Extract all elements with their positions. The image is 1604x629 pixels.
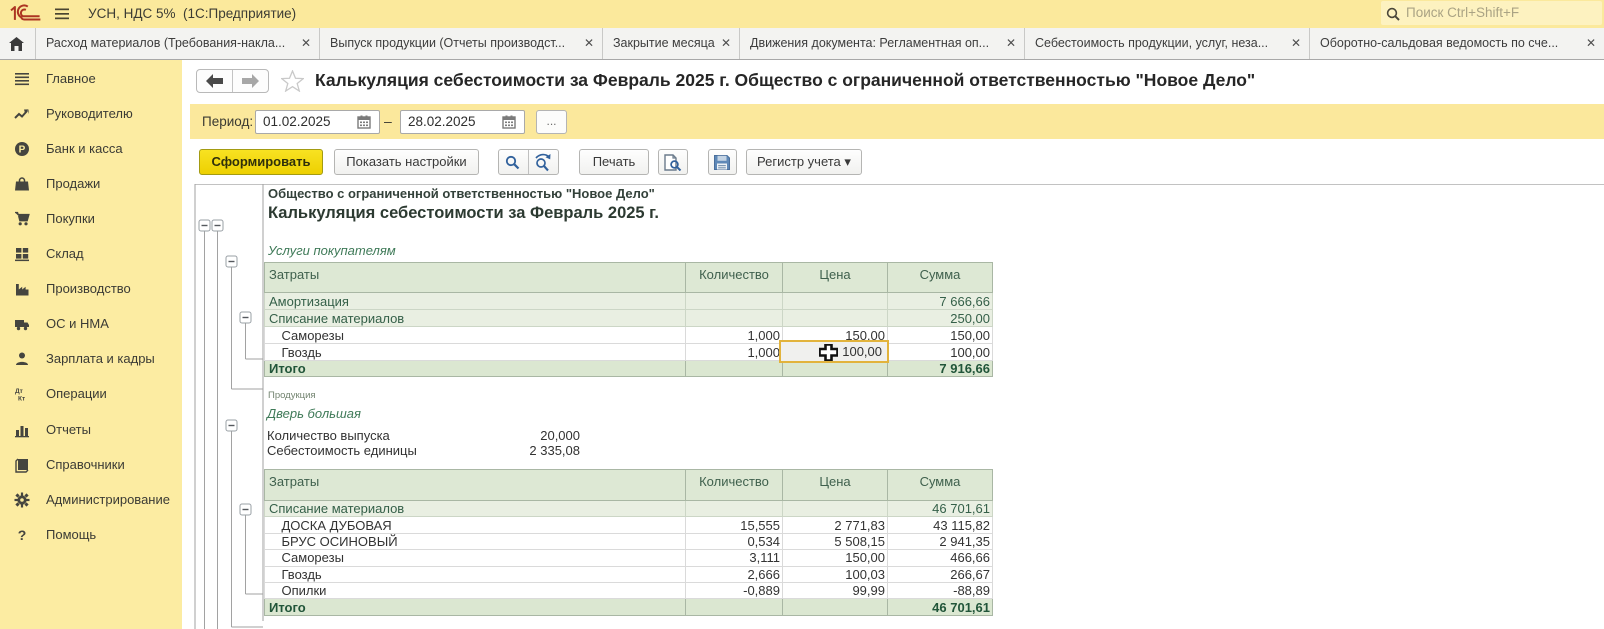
svg-text:Дт: Дт [15,388,23,395]
svg-text:Кт: Кт [18,396,25,403]
svg-text:P: P [19,144,26,155]
svg-text:?: ? [18,527,27,543]
